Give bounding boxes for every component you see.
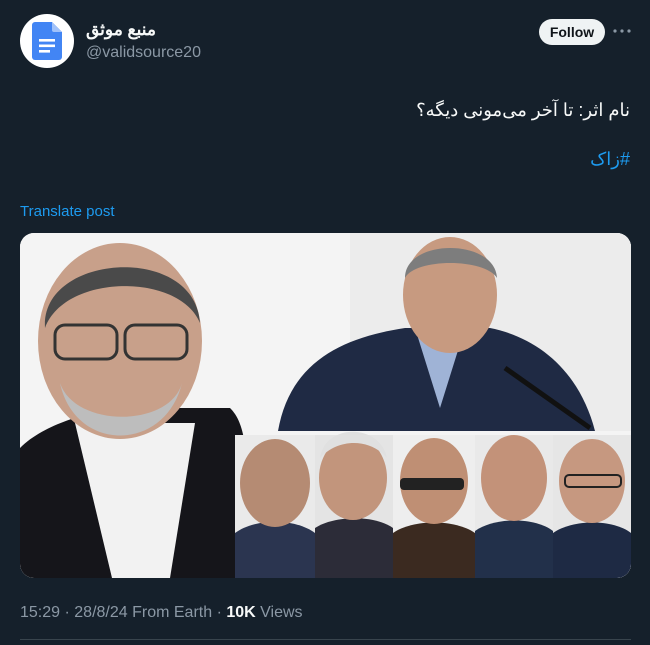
tweet-meta: 15:29 · 28/8/24 From Earth · 10K Views (20, 604, 303, 622)
avatar[interactable] (20, 14, 74, 68)
views-count: 10K (226, 604, 256, 621)
meta-separator: · (60, 604, 75, 621)
author-display-name[interactable]: منبع موثق (86, 20, 156, 40)
meta-separator-2: · (212, 604, 227, 621)
divider (20, 639, 631, 640)
tweet-text: نام اثر: تا آخر می‌مونی دیگه؟ (416, 100, 630, 120)
follow-button[interactable]: Follow (539, 19, 605, 45)
tweet-time[interactable]: 15:29 (20, 604, 60, 621)
hashtag-link[interactable]: #زاک (590, 149, 630, 170)
tweet-date[interactable]: 28/8/24 (74, 604, 127, 621)
more-options-icon[interactable] (612, 21, 632, 41)
author-handle[interactable]: @validsource20 (86, 44, 201, 62)
views-label: Views (260, 604, 303, 621)
tweet-source: From Earth (132, 604, 213, 621)
portrait-row-bottom (235, 431, 631, 578)
translate-post-link[interactable]: Translate post (20, 203, 115, 220)
document-icon (32, 22, 62, 60)
tweet-media-image[interactable] (20, 233, 631, 578)
tweet: منبع موثق @validsource20 Follow نام اثر:… (0, 0, 650, 645)
